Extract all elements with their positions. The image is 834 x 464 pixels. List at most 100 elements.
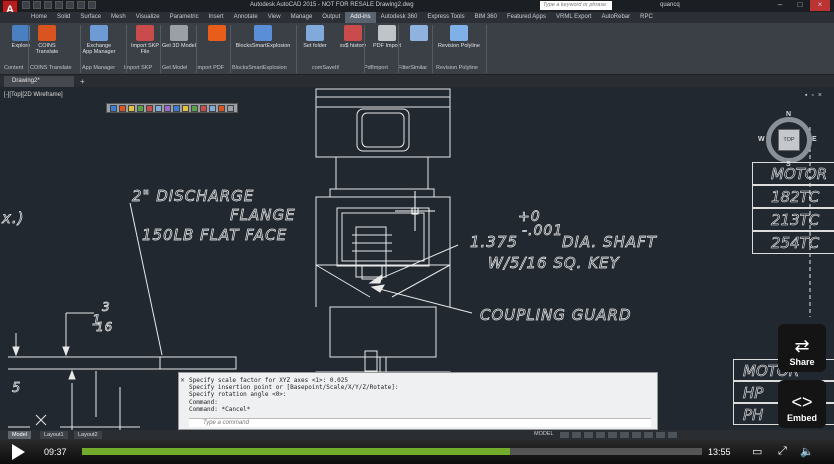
lineweight-toggle-icon[interactable] [632,432,641,438]
tab-home[interactable]: Home [26,12,52,23]
ribbon-button-11[interactable]: Revision Polyline [434,25,484,49]
ribbon-button-label: PDF Import [372,43,402,49]
ribbon-button-1[interactable]: COINS Translate [30,25,64,55]
tab-view[interactable]: View [263,12,286,23]
layout-tab-layout1[interactable]: Layout1 [40,431,68,439]
motor-table-cell: 254TC [752,231,834,254]
model-space-toggle[interactable]: MODEL [534,431,554,437]
user-name[interactable]: quancq [660,2,680,8]
ribbon-group-label: App Manager [82,65,116,71]
tab-autodesk-360[interactable]: Autodesk 360 [376,12,423,23]
compass-north[interactable]: N [786,111,791,118]
open-icon[interactable] [33,1,41,9]
command-window: ✕ Specify scale factor for XYZ axes <1>:… [178,372,658,430]
compass-west[interactable]: W [758,136,765,143]
snap-toggle-icon[interactable] [572,432,581,438]
status-bar: Model Layout1 Layout2 MODEL [0,430,834,440]
viewcube-top-face[interactable]: TOP [778,129,800,151]
ribbon-group-label: COINS Translate [30,65,72,71]
ribbon-group-label: Revision Polyline [436,65,478,71]
customize-icon[interactable] [668,432,677,438]
fraction-denominator: 16 [96,320,113,334]
tab-autorebar[interactable]: AutoRebar [596,12,635,23]
play-icon[interactable] [12,444,25,460]
fullscreen-icon[interactable]: ⤢ [778,445,787,458]
tab-vrml-export[interactable]: VRML Export [551,12,596,23]
osnap-toggle-icon[interactable] [608,432,617,438]
tab-annotate[interactable]: Annotate [229,12,263,23]
captions-icon[interactable]: ▭ [752,445,762,458]
print-icon[interactable] [66,1,74,9]
fraction-numerator: 3 [102,300,111,314]
tab-add-ins[interactable]: Add-ins [345,12,376,23]
new-tab-icon[interactable]: + [80,77,85,86]
ribbon-tool-icon [170,25,188,41]
shaft-label: DIA. SHAFT [562,233,658,251]
layout-tab-layout2[interactable]: Layout2 [74,431,102,439]
search-input[interactable]: Type a keyword or phrase [540,1,612,10]
tab-output[interactable]: Output [317,12,345,23]
progress-bar[interactable] [82,448,702,455]
tab-rpc[interactable]: RPC [635,12,658,23]
embed-button[interactable]: <> Embed [778,380,826,428]
tab-visualize[interactable]: Visualize [131,12,165,23]
window-title: Autodesk AutoCAD 2015 - NOT FOR RESALE D… [250,2,414,8]
tab-bim-360[interactable]: BIM 360 [470,12,502,23]
total-time: 13:55 [708,447,731,457]
workspace-icon[interactable] [656,432,665,438]
tab-featured-apps[interactable]: Featured Apps [502,12,551,23]
ribbon-separator [126,25,127,73]
ribbon-tool-icon [410,25,428,41]
discharge-label-line3: 150LB FLAT FACE [142,226,287,244]
polar-toggle-icon[interactable] [596,432,605,438]
share-button[interactable]: ⇄ Share [778,324,826,372]
compass-east[interactable]: E [812,136,817,143]
ribbon-button-6[interactable]: BlocksSmartExplosion [232,25,294,49]
ribbon-separator [432,25,433,73]
title-bar: A Autodesk AutoCAD 2015 - NOT FOR RESALE… [0,0,834,20]
tab-solid[interactable]: Solid [52,12,75,23]
ribbon-separator [230,25,231,73]
undo-icon[interactable] [77,1,85,9]
new-icon[interactable] [22,1,30,9]
save-icon[interactable] [44,1,52,9]
document-tab[interactable]: Drawing2* [4,76,74,87]
close-icon[interactable]: × [810,0,830,11]
maximize-icon[interactable]: □ [790,0,810,11]
command-history-line: Specify scale factor for XYZ axes <1>: 0… [189,377,348,384]
ribbon-button-10[interactable] [402,25,436,43]
tab-mesh[interactable]: Mesh [106,12,131,23]
status-toggles [560,432,677,438]
grid-toggle-icon[interactable] [560,432,569,438]
ribbon-button-4[interactable]: Get 3D Model [162,25,196,49]
tab-insert[interactable]: Insert [204,12,229,23]
ribbon-group-label: BlocksSmartExplosion [232,65,287,71]
tolerance-minus: -.001 [522,223,563,239]
ribbon-button-label: COINS Translate [35,43,59,55]
ribbon-tool-icon [136,25,154,41]
minimize-icon[interactable]: – [770,0,790,11]
layout-tab-model[interactable]: Model [8,431,31,439]
tab-express-tools[interactable]: Express Tools [422,12,469,23]
ribbon-button-5[interactable] [200,25,234,43]
volume-icon[interactable]: 🔈 [800,445,814,458]
command-history: Specify scale factor for XYZ axes <1>: 0… [189,377,399,413]
ribbon-group-label: Import SKP [124,65,153,71]
tab-surface[interactable]: Surface [75,12,106,23]
tab-manage[interactable]: Manage [286,12,318,23]
command-input[interactable]: Type a command [189,418,651,427]
ribbon-button-7[interactable]: Set folder [298,25,332,49]
ribbon-button-2[interactable]: Exchange App Manager [82,25,116,55]
tab-parametric[interactable]: Parametric [165,12,204,23]
redo-icon[interactable] [88,1,96,9]
ribbon-button-3[interactable]: Import SKP File [128,25,162,55]
annotation-scale-icon[interactable] [644,432,653,438]
command-close-icon[interactable]: ✕ [180,377,185,384]
ortho-toggle-icon[interactable] [584,432,593,438]
ribbon-group-label: Content [4,65,24,71]
otrack-toggle-icon[interactable] [620,432,629,438]
ribbon-button-label: BlocksSmartExplosion [235,43,291,49]
ribbon-group-label: FilterSimilar [398,65,428,71]
saveas-icon[interactable] [55,1,63,9]
progress-fill [82,448,510,455]
